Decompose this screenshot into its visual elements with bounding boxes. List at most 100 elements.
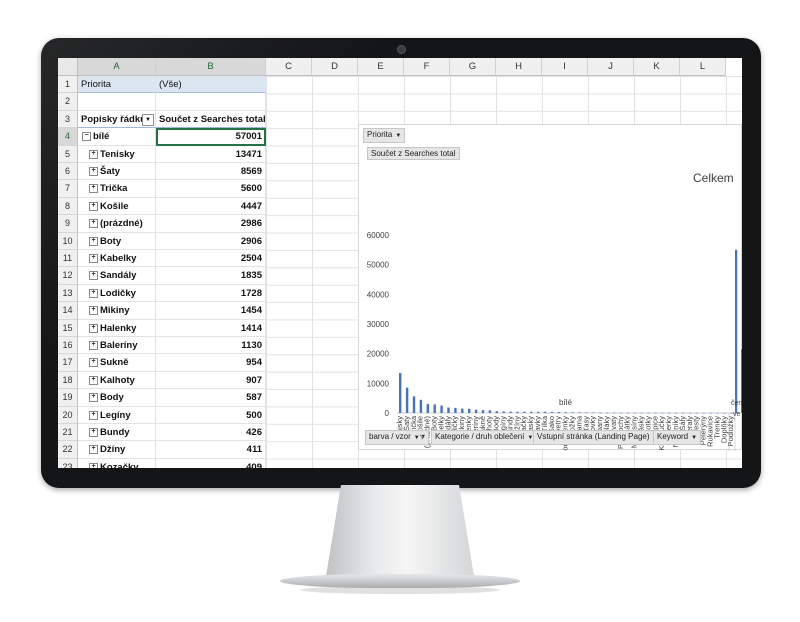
empty-cell[interactable] <box>156 93 266 111</box>
bar[interactable] <box>447 407 450 413</box>
pivot-item-value[interactable]: 1835 <box>156 267 266 285</box>
pivot-item-label[interactable]: + Bundy <box>78 424 156 442</box>
column-header-b[interactable]: B <box>156 58 266 76</box>
bar[interactable] <box>537 411 540 413</box>
pivot-item-value[interactable]: 1130 <box>156 337 266 355</box>
row-number[interactable]: 9 <box>58 215 78 233</box>
bar[interactable] <box>585 412 588 414</box>
row-number[interactable]: 4 <box>58 128 78 146</box>
axis-field-chip[interactable]: Keyword ▼ <box>653 430 702 445</box>
pivot-item-value[interactable]: 500 <box>156 406 266 424</box>
row-number[interactable]: 20 <box>58 406 78 424</box>
pivot-item-value[interactable]: 411 <box>156 441 266 459</box>
expand-icon[interactable]: + <box>89 219 98 229</box>
pivot-item-label[interactable]: + Kabelky <box>78 250 156 268</box>
bar[interactable] <box>516 411 519 413</box>
bar[interactable] <box>592 412 595 414</box>
bar[interactable] <box>412 396 416 413</box>
row-number[interactable]: 3 <box>58 110 78 129</box>
bar[interactable] <box>550 411 554 413</box>
filter-field-label[interactable]: Priorita <box>78 76 156 94</box>
bar[interactable] <box>481 410 485 413</box>
expand-icon[interactable]: + <box>89 288 98 298</box>
bar[interactable] <box>599 412 602 414</box>
bar[interactable] <box>557 412 561 413</box>
expand-icon[interactable]: + <box>89 427 98 437</box>
pivot-item-value[interactable]: 907 <box>156 371 266 390</box>
row-number[interactable]: 11 <box>58 250 78 268</box>
bar[interactable] <box>530 411 533 413</box>
row-number[interactable]: 8 <box>58 197 78 216</box>
pivot-item-value[interactable]: 8569 <box>156 163 266 181</box>
bar[interactable] <box>633 412 636 414</box>
row-number[interactable]: 7 <box>58 180 78 198</box>
pivot-item-label[interactable]: + (prázdné) <box>78 215 156 233</box>
bar[interactable] <box>619 412 623 414</box>
expand-icon[interactable]: + <box>89 236 98 246</box>
pivot-item-value[interactable]: 1728 <box>156 284 266 303</box>
row-number[interactable]: 18 <box>58 371 78 390</box>
column-header-h[interactable]: H <box>496 58 542 76</box>
bar[interactable] <box>509 411 512 413</box>
bar[interactable] <box>571 412 574 413</box>
collapse-icon[interactable]: − <box>82 132 91 142</box>
bar[interactable] <box>468 408 471 413</box>
bar[interactable] <box>606 412 609 414</box>
column-header-j[interactable]: J <box>588 58 634 76</box>
pivot-item-label[interactable]: + Kalhoty <box>78 371 156 390</box>
row-number[interactable]: 2 <box>58 93 78 111</box>
expand-icon[interactable]: + <box>89 306 98 316</box>
expand-icon[interactable]: + <box>89 201 98 211</box>
expand-icon[interactable]: + <box>89 462 98 468</box>
column-header-a[interactable]: A <box>78 58 156 76</box>
pivot-item-label[interactable]: + Body <box>78 389 156 407</box>
column-header-g[interactable]: G <box>450 58 496 76</box>
bar[interactable] <box>681 412 685 414</box>
bar[interactable] <box>474 409 478 413</box>
column-header-d[interactable]: D <box>312 58 358 76</box>
bar[interactable] <box>716 412 719 414</box>
bar[interactable] <box>578 412 581 413</box>
pivot-item-value[interactable]: 2906 <box>156 232 266 250</box>
expand-icon[interactable]: + <box>89 271 98 281</box>
bar[interactable] <box>647 412 650 414</box>
pivot-group-label[interactable]: − bílé <box>78 128 156 146</box>
row-number[interactable]: 13 <box>58 284 78 303</box>
column-header-f[interactable]: F <box>404 58 450 76</box>
bar[interactable] <box>695 412 699 414</box>
pivot-item-value[interactable]: 5600 <box>156 180 266 198</box>
bar[interactable] <box>405 387 409 413</box>
row-number[interactable]: 15 <box>58 319 78 337</box>
expand-icon[interactable]: + <box>89 323 98 333</box>
pivot-value-header[interactable]: Součet z Searches total <box>156 110 266 129</box>
expand-icon[interactable]: + <box>89 149 98 159</box>
row-number[interactable]: 5 <box>58 145 78 163</box>
bar[interactable] <box>702 412 705 414</box>
bar[interactable] <box>399 373 402 413</box>
axis-field-chip[interactable]: Vstupní stránka (Landing Page)▼ <box>533 430 663 445</box>
pivot-chart[interactable]: Priorita ▼ Součet z Searches total Celkem… <box>358 124 742 451</box>
bar[interactable] <box>640 412 643 414</box>
pivot-item-value[interactable]: 587 <box>156 389 266 407</box>
pivot-item-label[interactable]: + Baleríny <box>78 337 156 355</box>
bar[interactable] <box>661 412 664 414</box>
row-number[interactable]: 21 <box>58 424 78 442</box>
bar[interactable] <box>419 399 423 413</box>
pivot-item-label[interactable]: + Džíny <box>78 441 156 459</box>
bar[interactable] <box>709 412 712 414</box>
row-number[interactable]: 17 <box>58 354 78 372</box>
bar[interactable] <box>675 412 678 414</box>
pivot-item-label[interactable]: + Košile <box>78 197 156 216</box>
column-header-l[interactable]: L <box>680 58 726 76</box>
pivot-item-label[interactable]: + Mikiny <box>78 302 156 320</box>
bar[interactable] <box>543 411 547 413</box>
bar[interactable] <box>668 412 671 414</box>
axis-field-chip[interactable]: barva / vzor ▼⧩ <box>365 430 430 445</box>
pivot-item-label[interactable]: + Trička <box>78 180 156 198</box>
filter-icon[interactable]: ▼ <box>142 113 154 126</box>
pivot-item-value[interactable]: 13471 <box>156 145 266 163</box>
expand-icon[interactable]: + <box>89 358 98 368</box>
bar[interactable] <box>495 411 498 413</box>
pivot-item-label[interactable]: + Lodičky <box>78 284 156 303</box>
pivot-item-value[interactable]: 4447 <box>156 197 266 216</box>
